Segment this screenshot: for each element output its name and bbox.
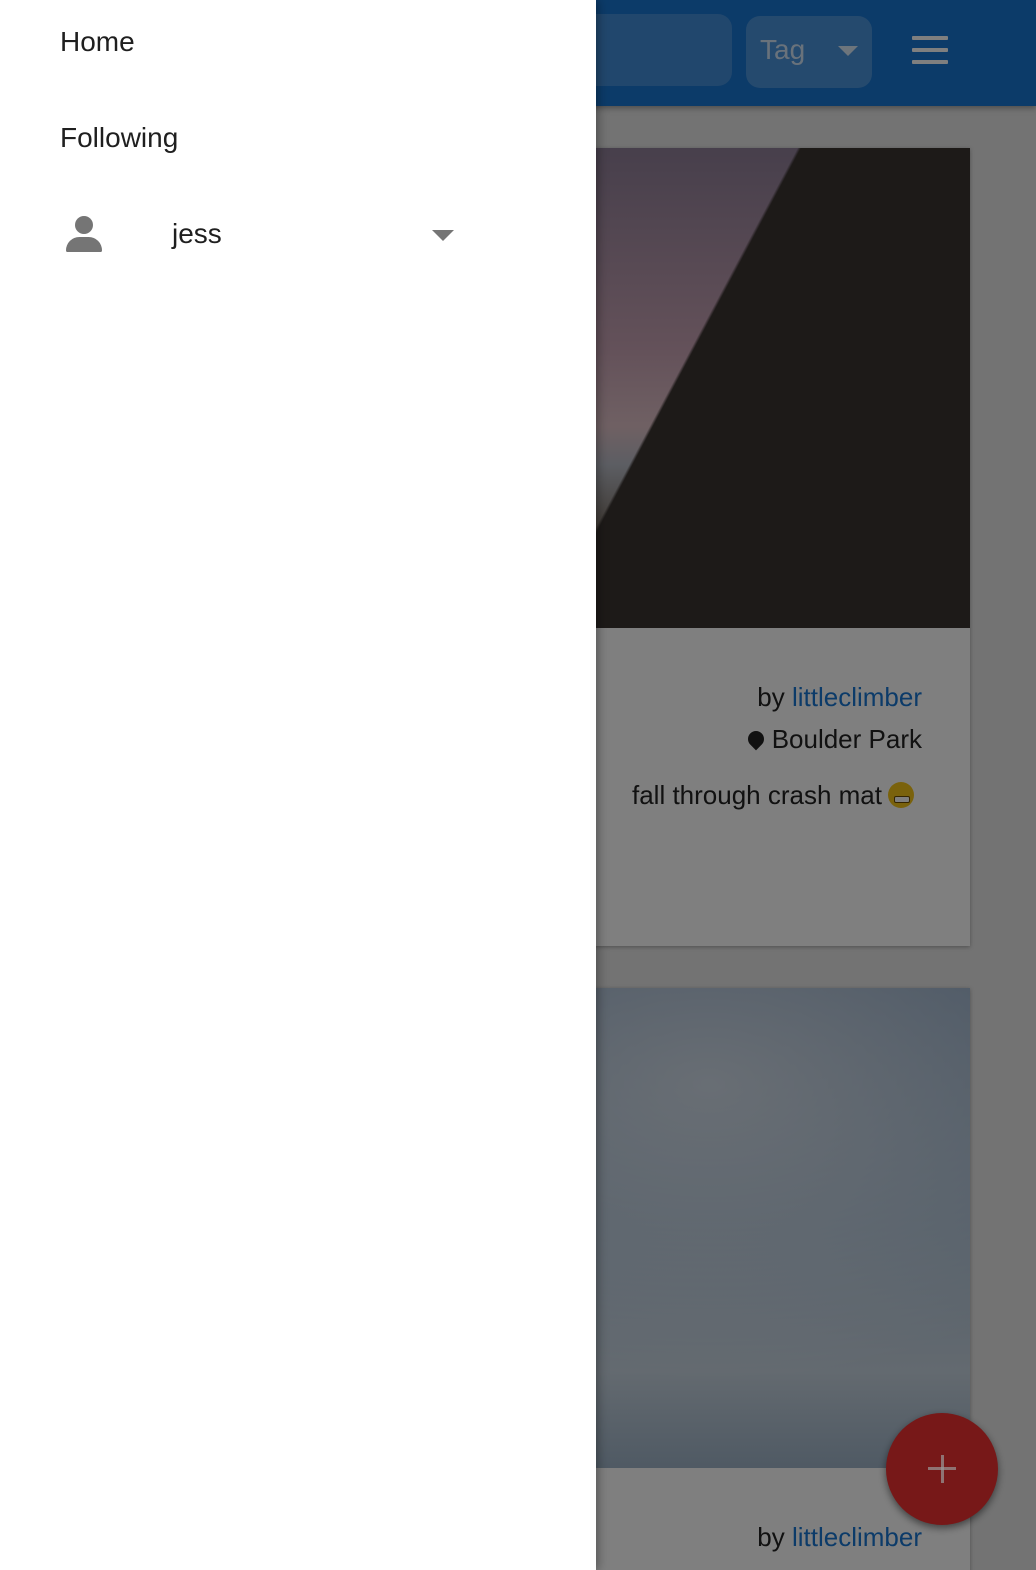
- nav-item-home[interactable]: Home: [60, 26, 135, 58]
- add-post-button[interactable]: [886, 1413, 998, 1525]
- app-root: Tag by littleclimber Boulder Park fall t…: [0, 0, 1036, 1570]
- chevron-down-icon: [432, 230, 454, 241]
- navigation-drawer: Home Following jess: [0, 0, 596, 1570]
- user-menu[interactable]: jess: [0, 200, 596, 272]
- nav-item-following[interactable]: Following: [60, 122, 178, 154]
- username-label: jess: [172, 218, 222, 249]
- person-icon: [66, 216, 102, 254]
